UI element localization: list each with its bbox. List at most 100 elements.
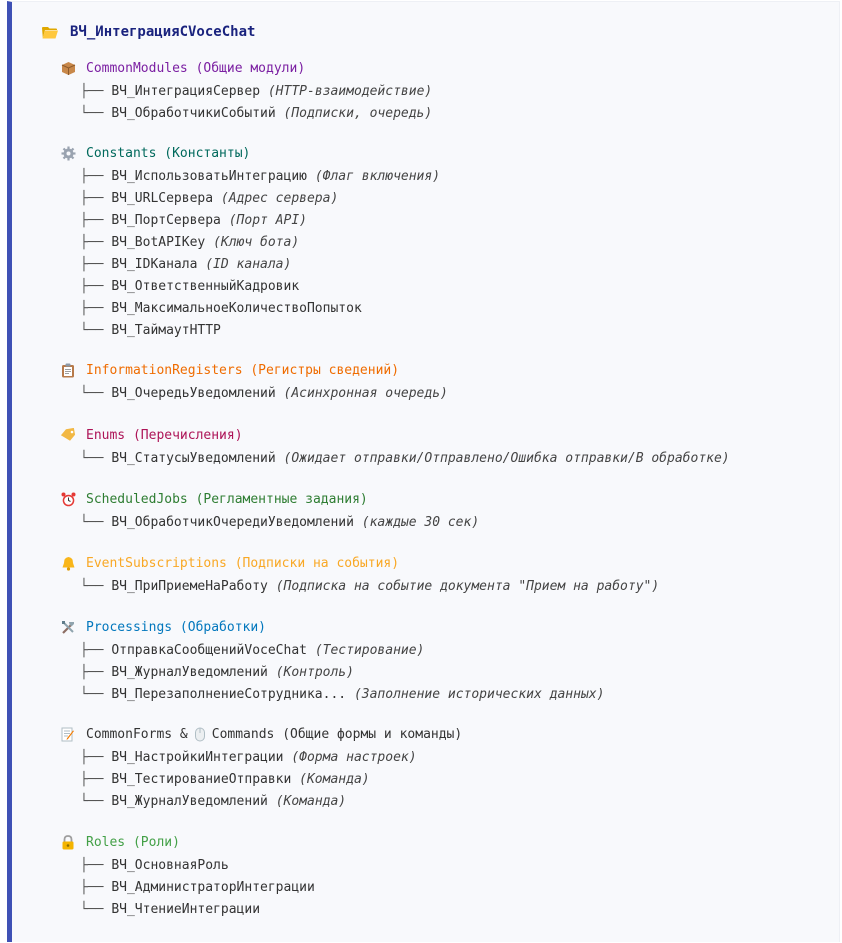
section-header[interactable]: EventSubscriptions (Подписки на события) [60, 554, 659, 572]
lock-icon [60, 834, 76, 850]
section-title: EventSubscriptions (Подписки на события) [86, 555, 400, 571]
list-item[interactable]: ├── ОтправкаСообщенийVoceChat (Тестирова… [60, 640, 604, 662]
list-item[interactable]: ├── ВЧ_ИнтеграцияСервер (HTTP-взаимодейс… [60, 81, 432, 103]
tree-branch: └── [80, 687, 112, 702]
item-desc: (Адрес сервера) [220, 191, 339, 206]
section-header[interactable]: Processings (Обработки) [60, 618, 604, 636]
list-item[interactable]: ├── ВЧ_НастройкиИнтеграции (Форма настро… [60, 747, 462, 769]
item-desc: (Заполнение исторических данных) [353, 687, 605, 702]
tree-branch: ├── [80, 643, 112, 658]
item-desc: (HTTP-взаимодействие) [267, 84, 433, 99]
list-item[interactable]: └── ВЧ_СтатусыУведомлений (Ожидает отпра… [60, 448, 730, 470]
section-header[interactable]: ScheduledJobs (Регламентные задания) [60, 490, 479, 508]
list-item[interactable]: ├── ВЧ_URLСервера (Адрес сервера) [60, 188, 440, 210]
list-item[interactable]: ├── ВЧ_МаксимальноеКоличествоПопыток [60, 298, 440, 320]
tree-branch: └── [80, 579, 112, 594]
list-item[interactable]: └── ВЧ_ПриПриемеНаРаботу (Подписка на со… [60, 576, 659, 598]
section-items: └── ВЧ_ОчередьУведомлений (Асинхронная о… [60, 383, 448, 405]
section-constants: Constants (Константы) ├── ВЧ_Использоват… [60, 144, 440, 342]
section-items: ├── ОтправкаСообщенийVoceChat (Тестирова… [60, 640, 604, 706]
tree-branch: ├── [80, 772, 112, 787]
item-name: ВЧ_ПерезаполнениеСотрудника... [111, 687, 354, 702]
root-title: ВЧ_ИнтеграцияCVoceChat [70, 24, 256, 40]
tools-icon [60, 619, 76, 635]
list-item[interactable]: ├── ВЧ_ОтветственныйКадровик [60, 276, 440, 298]
clipboard-icon [60, 362, 76, 378]
section-header[interactable]: CommonForms & Commands (Общие формы и ко… [60, 725, 462, 743]
item-name: ВЧ_ЖурналУведомлений [111, 794, 276, 809]
list-item[interactable]: ├── ВЧ_ПортСервера (Порт API) [60, 210, 440, 232]
section-header[interactable]: CommonModules (Общие модули) [60, 59, 432, 77]
list-item[interactable]: └── ВЧ_ОбработчикиСобытий (Подписки, оче… [60, 103, 432, 125]
item-desc: (Контроль) [275, 665, 354, 680]
item-name: ВЧ_ПортСервера [111, 213, 229, 228]
tree-branch: └── [80, 451, 112, 466]
list-item[interactable]: ├── ВЧ_ЖурналУведомлений (Контроль) [60, 662, 604, 684]
section-title: CommonForms & [86, 726, 188, 742]
section-header[interactable]: Constants (Константы) [60, 144, 440, 162]
item-name: ВЧ_ПриПриемеНаРаботу [111, 579, 276, 594]
item-name: ОтправкаСообщенийVoceChat [111, 643, 315, 658]
structure-panel: ВЧ_ИнтеграцияCVoceChat CommonModules (Об… [7, 1, 840, 942]
section-header[interactable]: Roles (Роли) [60, 833, 315, 851]
section-title-commands: Commands (Общие формы и команды) [211, 726, 463, 742]
section-title: CommonModules (Общие модули) [86, 60, 306, 76]
section-items: └── ВЧ_ПриПриемеНаРаботу (Подписка на со… [60, 576, 659, 598]
section-scheduled-jobs: ScheduledJobs (Регламентные задания) └──… [60, 490, 479, 534]
list-item[interactable]: └── ВЧ_ЖурналУведомлений (Команда) [60, 791, 462, 813]
item-desc: (Порт API) [228, 213, 307, 228]
item-name: ВЧ_ИспользоватьИнтеграцию [111, 169, 315, 184]
list-item[interactable]: └── ВЧ_ОбработчикОчередиУведомлений (каж… [60, 512, 479, 534]
section-header[interactable]: Enums (Перечисления) [60, 426, 730, 444]
root-node[interactable]: ВЧ_ИнтеграцияCVoceChat [42, 24, 255, 40]
section-processings: Processings (Обработки) ├── ОтправкаСооб… [60, 618, 604, 706]
item-name: ВЧ_МаксимальноеКоличествоПопыток [111, 301, 362, 316]
list-item[interactable]: ├── ВЧ_ОсновнаяРоль [60, 855, 315, 877]
tree-branch: ├── [80, 84, 112, 99]
tree-branch: └── [80, 386, 112, 401]
item-name: ВЧ_ТестированиеОтправки [111, 772, 300, 787]
item-desc: (Форма настроек) [291, 750, 417, 765]
tree-branch: ├── [80, 750, 112, 765]
item-desc: (ID канала) [205, 257, 292, 272]
tree-branch: ├── [80, 858, 112, 873]
list-item[interactable]: ├── ВЧ_BotAPIKey (Ключ бота) [60, 232, 440, 254]
section-enums: Enums (Перечисления) └── ВЧ_СтатусыУведо… [60, 426, 730, 470]
item-desc: (Флаг включения) [314, 169, 441, 184]
section-header[interactable]: InformationRegisters (Регистры сведений) [60, 361, 448, 379]
section-information-registers: InformationRegisters (Регистры сведений)… [60, 361, 448, 405]
tree-branch: └── [80, 794, 112, 809]
item-name: ВЧ_ЖурналУведомлений [111, 665, 276, 680]
section-title: Enums (Перечисления) [86, 427, 243, 443]
list-item[interactable]: └── ВЧ_ОчередьУведомлений (Асинхронная о… [60, 383, 448, 405]
item-desc: (Подписка на событие документа "Прием на… [275, 579, 660, 594]
item-desc: (Ключ бота) [213, 235, 300, 250]
section-items: └── ВЧ_СтатусыУведомлений (Ожидает отпра… [60, 448, 730, 470]
item-desc: (каждые 30 сек) [361, 515, 480, 530]
section-title: Roles (Роли) [86, 834, 180, 850]
section-title: Processings (Обработки) [86, 619, 267, 635]
item-name: ВЧ_ОбработчикОчередиУведомлений [111, 515, 362, 530]
list-item[interactable]: ├── ВЧ_IDКанала (ID канала) [60, 254, 440, 276]
list-item[interactable]: └── ВЧ_ЧтениеИнтеграции [60, 899, 315, 921]
item-name: ВЧ_ТаймаутHTTP [111, 323, 221, 338]
tree-branch: ├── [80, 257, 112, 272]
tree-branch: └── [80, 323, 112, 338]
item-name: ВЧ_ОтветственныйКадровик [111, 279, 300, 294]
list-item[interactable]: ├── ВЧ_ИспользоватьИнтеграцию (Флаг вклю… [60, 166, 440, 188]
item-name: ВЧ_URLСервера [111, 191, 221, 206]
item-desc: (Команда) [299, 772, 370, 787]
list-item[interactable]: ├── ВЧ_ТестированиеОтправки (Команда) [60, 769, 462, 791]
tree-branch: ├── [80, 665, 112, 680]
list-item[interactable]: └── ВЧ_ПерезаполнениеСотрудника... (Запо… [60, 684, 604, 706]
section-title: Constants (Константы) [86, 145, 251, 161]
memo-icon [60, 726, 76, 742]
list-item[interactable]: └── ВЧ_ТаймаутHTTP [60, 320, 440, 342]
item-name: ВЧ_ОбработчикиСобытий [111, 106, 284, 121]
item-desc: (Команда) [275, 794, 347, 809]
tree-branch: └── [80, 106, 112, 121]
section-roles: Roles (Роли) ├── ВЧ_ОсновнаяРоль ├── ВЧ_… [60, 833, 315, 921]
list-item[interactable]: ├── ВЧ_АдминистраторИнтеграции [60, 877, 315, 899]
item-name: ВЧ_BotAPIKey [111, 235, 214, 250]
item-name: ВЧ_ЧтениеИнтеграции [111, 902, 261, 917]
